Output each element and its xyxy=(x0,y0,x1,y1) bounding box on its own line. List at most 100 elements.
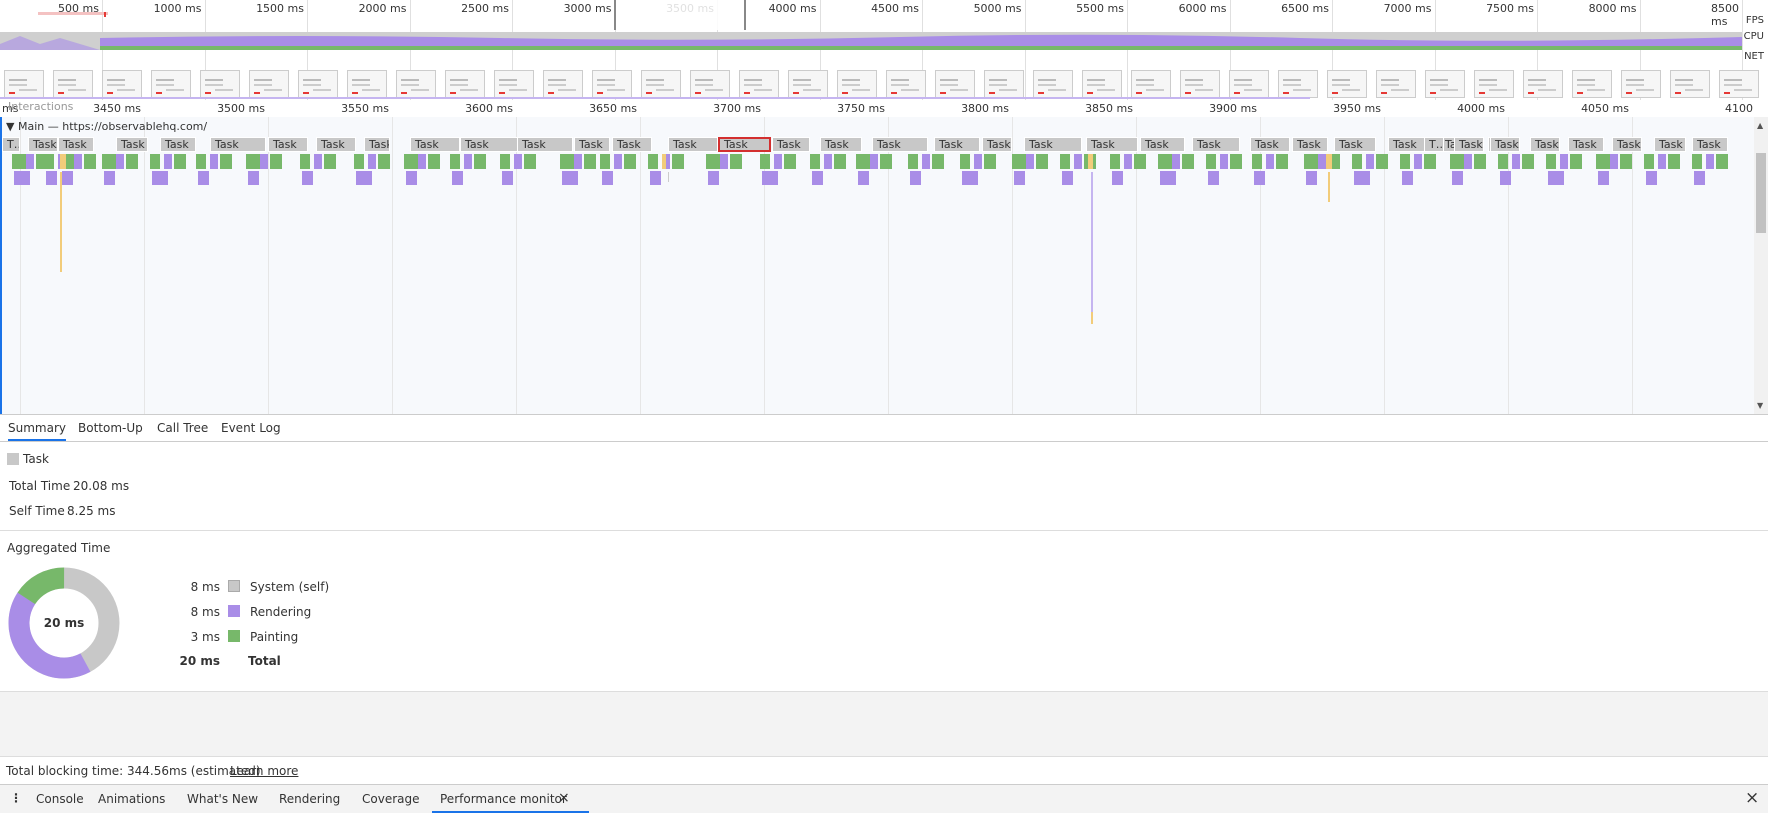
painting-event[interactable] xyxy=(880,154,892,169)
rendering-subevent[interactable] xyxy=(1548,171,1564,185)
rendering-subevent[interactable] xyxy=(1160,171,1176,185)
rendering-subevent[interactable] xyxy=(46,171,57,185)
task-bar[interactable]: Task xyxy=(364,137,390,152)
task-bar[interactable]: Task xyxy=(1334,137,1376,152)
task-bar[interactable]: Task xyxy=(58,137,94,152)
rendering-subevent[interactable] xyxy=(198,171,209,185)
rendering-subevent[interactable] xyxy=(1208,171,1219,185)
screenshot-thumbnail[interactable] xyxy=(1278,70,1318,98)
drawer-tab-console[interactable]: Console xyxy=(36,792,84,806)
task-bar[interactable]: Task xyxy=(820,137,862,152)
painting-event[interactable] xyxy=(428,154,440,169)
painting-event[interactable] xyxy=(1230,154,1242,169)
tab-call-tree[interactable]: Call Tree xyxy=(157,421,208,435)
painting-event[interactable] xyxy=(1158,154,1172,169)
screenshot-thumbnail[interactable] xyxy=(1572,70,1612,98)
screenshot-thumbnail[interactable] xyxy=(1670,70,1710,98)
task-bar[interactable]: Task xyxy=(517,137,573,152)
screenshot-thumbnail[interactable] xyxy=(1621,70,1661,98)
rendering-event[interactable] xyxy=(464,154,472,169)
painting-event[interactable] xyxy=(1522,154,1534,169)
tab-bottom-up[interactable]: Bottom-Up xyxy=(78,421,143,435)
rendering-subevent[interactable] xyxy=(14,171,30,185)
rendering-subevent[interactable] xyxy=(502,171,513,185)
task-bar[interactable]: Task xyxy=(210,137,266,152)
rendering-event[interactable] xyxy=(260,154,268,169)
painting-event[interactable] xyxy=(706,154,720,169)
screenshot-thumbnail[interactable] xyxy=(494,70,534,98)
painting-event[interactable] xyxy=(584,154,596,169)
painting-event[interactable] xyxy=(1596,154,1610,169)
screenshot-thumbnail[interactable] xyxy=(1180,70,1220,98)
rendering-event[interactable] xyxy=(26,154,34,169)
task-bar[interactable]: T…k xyxy=(1424,137,1444,152)
painting-event[interactable] xyxy=(500,154,510,169)
painting-event[interactable] xyxy=(1692,154,1702,169)
learn-more-link[interactable]: Learn more xyxy=(230,764,298,778)
rendering-subevent[interactable] xyxy=(152,171,168,185)
painting-event[interactable] xyxy=(1450,154,1464,169)
screenshot-thumbnail[interactable] xyxy=(200,70,240,98)
painting-event[interactable] xyxy=(984,154,996,169)
painting-event[interactable] xyxy=(1252,154,1262,169)
scripting-event[interactable] xyxy=(1326,154,1332,169)
selected-task-bar[interactable]: Task xyxy=(718,137,771,152)
scroll-down-icon[interactable]: ▼ xyxy=(1757,401,1763,410)
painting-event[interactable] xyxy=(1716,154,1728,169)
screenshot-thumbnail[interactable] xyxy=(690,70,730,98)
painting-event[interactable] xyxy=(1206,154,1216,169)
painting-event[interactable] xyxy=(1668,154,1680,169)
rendering-subevent[interactable] xyxy=(1402,171,1413,185)
rendering-subevent[interactable] xyxy=(650,171,661,185)
task-bar[interactable]: Task xyxy=(934,137,980,152)
rendering-event[interactable] xyxy=(1706,154,1714,169)
screenshot-thumbnail[interactable] xyxy=(1131,70,1171,98)
painting-event[interactable] xyxy=(84,154,96,169)
task-bar[interactable]: Task xyxy=(1250,137,1290,152)
painting-event[interactable] xyxy=(1498,154,1508,169)
drawer-tab-animations[interactable]: Animations xyxy=(98,792,165,806)
screenshot-thumbnail[interactable] xyxy=(4,70,44,98)
rendering-subevent[interactable] xyxy=(858,171,869,185)
rendering-event[interactable] xyxy=(870,154,878,169)
task-bar[interactable]: T… xyxy=(2,137,20,152)
rendering-subevent[interactable] xyxy=(1254,171,1265,185)
interactions-track-label[interactable]: Interactions xyxy=(8,100,73,113)
task-bar[interactable]: Task xyxy=(460,137,518,152)
rendering-event[interactable] xyxy=(1172,154,1180,169)
painting-event[interactable] xyxy=(1276,154,1288,169)
painting-event[interactable] xyxy=(450,154,460,169)
task-bar[interactable]: Task xyxy=(574,137,610,152)
painting-event[interactable] xyxy=(1060,154,1070,169)
screenshot-thumbnail[interactable] xyxy=(396,70,436,98)
painting-event[interactable] xyxy=(908,154,918,169)
rendering-event[interactable] xyxy=(1026,154,1034,169)
painting-event[interactable] xyxy=(12,154,26,169)
painting-event[interactable] xyxy=(810,154,820,169)
painting-event[interactable] xyxy=(784,154,796,169)
task-bar[interactable]: Task xyxy=(1192,137,1240,152)
rendering-event[interactable] xyxy=(1366,154,1374,169)
call-stack[interactable] xyxy=(668,172,669,182)
main-thread-header[interactable]: ▼ Main — https://observablehq.com/ xyxy=(6,120,207,133)
drawer-tab-rendering[interactable]: Rendering xyxy=(279,792,340,806)
call-stack[interactable] xyxy=(1328,172,1330,202)
screenshot-thumbnail[interactable] xyxy=(1033,70,1073,98)
painting-event[interactable] xyxy=(648,154,658,169)
screenshot-thumbnail[interactable] xyxy=(1229,70,1269,98)
rendering-subevent[interactable] xyxy=(812,171,823,185)
task-bar[interactable]: Task xyxy=(160,137,196,152)
painting-event[interactable] xyxy=(1012,154,1026,169)
task-bar[interactable]: Task xyxy=(410,137,460,152)
painting-event[interactable] xyxy=(1182,154,1194,169)
rendering-subevent[interactable] xyxy=(1062,171,1073,185)
painting-event[interactable] xyxy=(1352,154,1362,169)
drawer-tab-whats-new[interactable]: What's New xyxy=(187,792,258,806)
painting-event[interactable] xyxy=(174,154,186,169)
rendering-event[interactable] xyxy=(774,154,782,169)
rendering-subevent[interactable] xyxy=(452,171,463,185)
task-bar[interactable]: Task xyxy=(772,137,810,152)
screenshot-thumbnail[interactable] xyxy=(151,70,191,98)
rendering-event[interactable] xyxy=(922,154,930,169)
task-bar[interactable]: Task xyxy=(668,137,718,152)
